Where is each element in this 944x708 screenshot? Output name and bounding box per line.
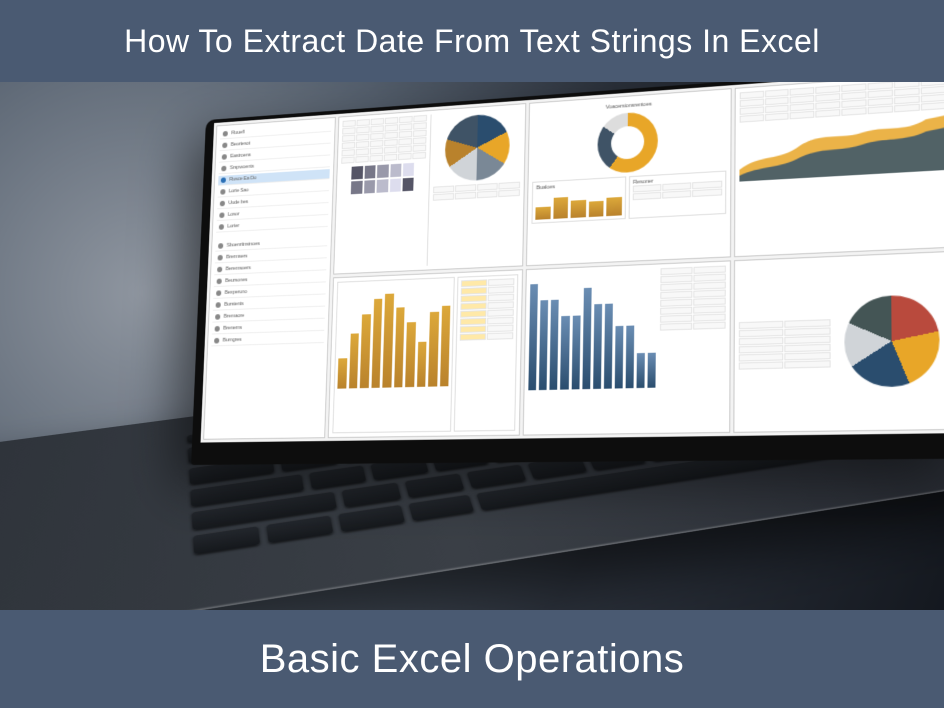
panel-bottom-3 xyxy=(733,250,944,433)
laptop-screen: Ruuefl Beortesot Eastroens Srspwoents Ru… xyxy=(191,82,944,465)
panel-bottom-2 xyxy=(523,260,731,436)
mini-bars-1 xyxy=(536,186,623,220)
hero-image: Ruuefl Beortesot Eastroens Srspwoents Ru… xyxy=(0,82,944,610)
mini-table xyxy=(341,115,426,164)
laptop: Ruuefl Beortesot Eastroens Srspwoents Ru… xyxy=(114,82,944,610)
donut-chart xyxy=(598,111,659,174)
pie-chart-2 xyxy=(844,294,940,388)
panel-bottom-1 xyxy=(328,269,524,438)
panel-top-3 xyxy=(734,82,944,257)
bottom-banner: Basic Excel Operations xyxy=(0,610,944,708)
pie-chart-1 xyxy=(444,113,510,183)
laptop-brand: Mearok xyxy=(533,446,575,458)
top-banner: How To Extract Date From Text Strings In… xyxy=(0,0,944,82)
swatch-grid xyxy=(351,163,414,194)
top-title: How To Extract Date From Text Strings In… xyxy=(124,23,820,60)
bottom-title: Basic Excel Operations xyxy=(260,637,685,682)
panel-top-1 xyxy=(333,103,526,274)
sidebar-panel: Ruuefl Beortesot Eastroens Srspwoents Ru… xyxy=(203,117,336,440)
dashboard: Ruuefl Beortesot Eastroens Srspwoents Ru… xyxy=(201,82,944,443)
bar-chart-gold xyxy=(337,280,451,388)
panel-top-2: Voacersionsrentoes Bualoes Resoner xyxy=(526,88,731,266)
bar-chart-blue xyxy=(529,268,657,390)
area-chart xyxy=(739,109,944,182)
